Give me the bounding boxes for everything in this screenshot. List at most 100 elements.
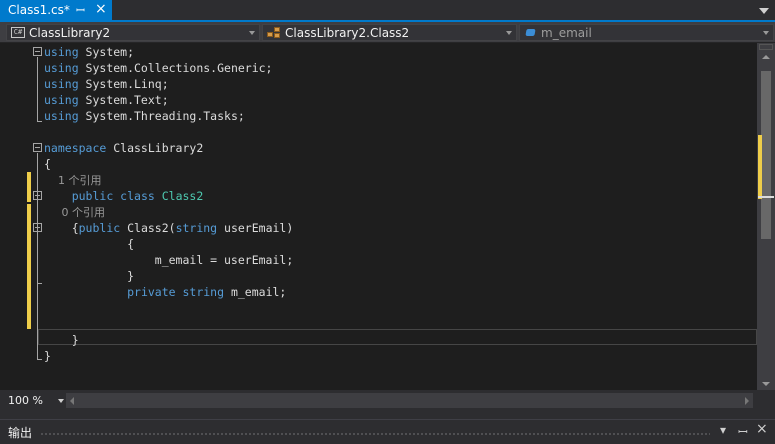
- chevron-down-icon: [506, 31, 512, 35]
- current-line-highlight: [38, 329, 757, 345]
- code-line[interactable]: m_email = userEmail;: [44, 252, 293, 268]
- code-token: {: [44, 237, 135, 251]
- vertical-scrollbar[interactable]: [757, 43, 775, 390]
- code-token: ClassLibrary2: [106, 141, 204, 155]
- code-line[interactable]: private string m_email;: [44, 284, 286, 300]
- code-token: string: [175, 221, 218, 235]
- code-line[interactable]: public class Class2: [44, 188, 204, 204]
- code-line[interactable]: namespace ClassLibrary2: [44, 140, 203, 156]
- project-dropdown-label: ClassLibrary2: [29, 25, 111, 40]
- code-token: {: [44, 221, 79, 235]
- document-tab-strip: Class1.cs* ꟷ ×: [0, 0, 775, 20]
- horizontal-scrollbar[interactable]: [66, 393, 753, 408]
- navigation-bar: C# ClassLibrary2 ClassLibrary2.Class2 m_…: [0, 22, 775, 43]
- code-line[interactable]: using System.Linq;: [44, 76, 169, 92]
- code-token: {: [44, 157, 51, 171]
- code-line[interactable]: 0 个引用: [44, 204, 105, 220]
- code-token: System;: [78, 45, 135, 59]
- collapse-usings-icon[interactable]: [33, 47, 42, 56]
- project-dropdown[interactable]: C# ClassLibrary2: [6, 24, 260, 41]
- code-line[interactable]: {: [44, 236, 134, 252]
- chevron-down-icon: [249, 31, 255, 35]
- pin-icon[interactable]: ꟷ: [76, 3, 85, 18]
- code-line[interactable]: }: [44, 268, 134, 284]
- outline-end: [37, 283, 42, 284]
- outline-end: [37, 121, 42, 122]
- editor-bottom-strip: 100 %: [0, 390, 775, 410]
- collapse-namespace-icon[interactable]: [33, 143, 42, 152]
- code-token: public class: [71, 189, 155, 203]
- code-token: System.Linq;: [78, 77, 169, 91]
- split-handle[interactable]: [759, 44, 773, 50]
- code-token: namespace: [44, 141, 107, 155]
- panel-splitter[interactable]: [0, 410, 775, 419]
- code-line[interactable]: using System.Threading.Tasks;: [44, 108, 245, 124]
- panel-menu-icon[interactable]: ▾: [720, 423, 726, 437]
- code-token: Class2: [161, 189, 204, 203]
- close-icon[interactable]: ×: [756, 421, 768, 437]
- outline-line: [37, 57, 38, 121]
- outline-line: [37, 233, 38, 283]
- zoom-dropdown[interactable]: 100 %: [4, 393, 66, 408]
- code-token: }: [44, 349, 51, 363]
- codelens-reference-count[interactable]: 0 个引用: [44, 206, 105, 219]
- code-token: using: [44, 93, 79, 107]
- outline-end: [37, 359, 42, 360]
- tab-title: Class1.cs*: [8, 3, 70, 17]
- code-token: System.Text;: [78, 93, 169, 107]
- chevron-down-icon: [58, 399, 64, 403]
- output-panel-header: 输出 ▾ ꟷ ×: [0, 419, 775, 444]
- code-line[interactable]: {: [44, 156, 51, 172]
- scroll-up-arrow-icon[interactable]: [762, 55, 770, 59]
- code-line[interactable]: {public Class2(string userEmail): [44, 220, 294, 236]
- tab-class1-cs[interactable]: Class1.cs* ꟷ ×: [0, 0, 112, 20]
- chevron-down-icon: [763, 31, 769, 35]
- code-editor[interactable]: using System; using System.Collections.Ge…: [0, 43, 757, 390]
- scroll-right-arrow-icon[interactable]: [745, 397, 749, 405]
- codelens-reference-count[interactable]: 1 个引用: [44, 174, 102, 187]
- code-token: userEmail): [217, 221, 294, 235]
- code-token: System.Threading.Tasks;: [78, 109, 245, 123]
- scroll-caret-marker: [758, 196, 774, 198]
- code-line[interactable]: }: [44, 332, 79, 348]
- field-icon: [524, 27, 538, 39]
- code-token: System.Collections.Generic;: [78, 61, 273, 75]
- scroll-left-arrow-icon[interactable]: [70, 397, 74, 405]
- pin-icon[interactable]: ꟷ: [738, 423, 748, 440]
- code-token: using: [44, 45, 79, 59]
- code-line[interactable]: using System.Collections.Generic;: [44, 60, 273, 76]
- csharp-project-icon: C#: [11, 27, 25, 38]
- indicator-margin: [0, 43, 24, 390]
- code-line[interactable]: 1 个引用: [44, 172, 102, 188]
- zoom-level: 100 %: [8, 394, 43, 407]
- code-token: }: [44, 333, 79, 347]
- change-marker: [27, 172, 31, 202]
- code-token: using: [44, 77, 79, 91]
- collapse-class-icon[interactable]: [33, 191, 42, 200]
- code-token: m_email;: [224, 285, 287, 299]
- panel-grip[interactable]: [40, 432, 710, 436]
- tab-overflow-dropdown-icon[interactable]: [759, 8, 769, 14]
- code-token: using: [44, 61, 79, 75]
- code-token: Class2(: [120, 221, 176, 235]
- code-token: m_email = userEmail;: [44, 253, 294, 267]
- output-panel-title: 输出: [8, 426, 33, 440]
- class-icon: [267, 26, 281, 39]
- member-dropdown[interactable]: m_email: [519, 24, 774, 41]
- close-icon[interactable]: ×: [95, 1, 107, 17]
- change-marker: [27, 204, 31, 329]
- code-token: public: [78, 221, 121, 235]
- code-line[interactable]: using System;: [44, 44, 134, 60]
- code-token: }: [44, 269, 135, 283]
- code-line[interactable]: using System.Text;: [44, 92, 169, 108]
- scroll-down-arrow-icon[interactable]: [762, 382, 770, 386]
- class-dropdown-label: ClassLibrary2.Class2: [285, 25, 410, 40]
- scroll-thumb[interactable]: [761, 71, 771, 239]
- code-line[interactable]: }: [44, 348, 51, 364]
- class-dropdown[interactable]: ClassLibrary2.Class2: [262, 24, 517, 41]
- collapse-constructor-icon[interactable]: [33, 223, 42, 232]
- member-dropdown-label: m_email: [541, 25, 592, 40]
